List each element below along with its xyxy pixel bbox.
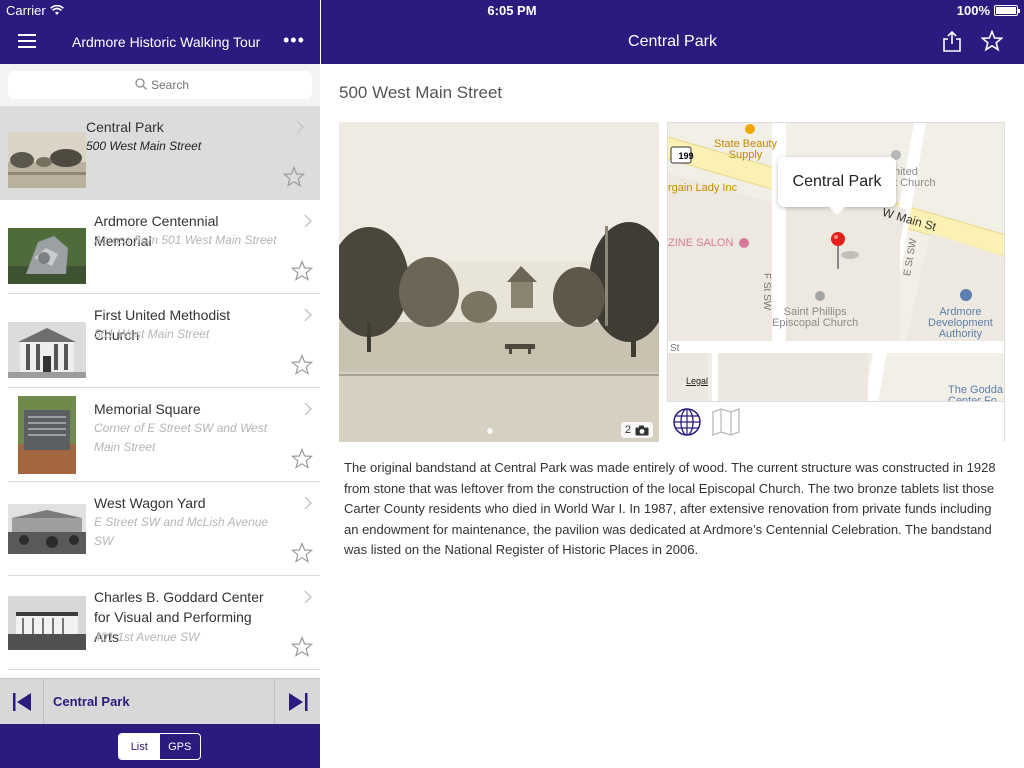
stop-thumbnail <box>8 132 86 188</box>
map-poi-united-church: nited t Church <box>894 166 936 189</box>
battery-percent: 100% <box>956 3 990 18</box>
map-book-icon[interactable] <box>711 408 741 436</box>
list-item[interactable]: Memorial Square Corner of E Street SW an… <box>8 388 320 482</box>
map-callout[interactable]: Central Park <box>778 157 896 215</box>
bandstand-photo <box>339 122 659 442</box>
map-poi-goddard: The Godda Center Fo <box>948 384 1004 402</box>
now-playing-bar: Central Park <box>0 678 320 725</box>
map-poi-ardmore-development: Ardmore Development Authority <box>928 306 993 340</box>
favorite-star-icon[interactable] <box>291 636 313 658</box>
list-item[interactable]: Central Park 500 West Main Street <box>0 106 320 200</box>
tour-title: Ardmore Historic Walking Tour <box>72 34 261 50</box>
map-street-st: St <box>670 343 680 354</box>
list-item[interactable]: Charles B. Goddard Center for Visual and… <box>8 576 320 670</box>
now-playing-title: Central Park <box>53 694 130 709</box>
map-poi-bargain-lady: rgain Lady Inc <box>668 182 738 194</box>
map-street-f: F St SW <box>761 273 772 311</box>
stop-address-heading: 500 West Main Street <box>339 83 503 102</box>
stop-address: 501 West Main Street <box>94 327 210 341</box>
next-stop-button[interactable] <box>274 679 320 725</box>
status-bar: Carrier 6:05 PM 100% <box>0 0 1024 20</box>
chevron-right-icon <box>304 308 313 322</box>
stop-address: Across from 501 West Main Street <box>94 233 277 247</box>
map-toolbar <box>667 402 1005 442</box>
stop-thumbnail <box>8 322 86 378</box>
globe-icon[interactable] <box>672 407 702 437</box>
search-input[interactable] <box>8 71 312 99</box>
map-legal-link[interactable]: Legal <box>686 376 708 387</box>
stop-list: Central Park 500 West Main Street Ardmor… <box>0 106 320 678</box>
list-item[interactable]: West Wagon Yard E Street SW and McLish A… <box>8 482 320 576</box>
chevron-right-icon <box>304 214 313 228</box>
status-right: 100% <box>956 3 1020 18</box>
chevron-right-icon <box>304 590 313 604</box>
chevron-right-icon <box>296 120 305 134</box>
hamburger-menu-icon[interactable] <box>18 34 36 48</box>
status-time: 6:05 PM <box>487 3 537 18</box>
previous-stop-button[interactable] <box>0 679 44 725</box>
stop-address: E Street SW and McLish Avenue SW <box>94 515 269 548</box>
battery-icon <box>994 5 1020 16</box>
stop-description: The original bandstand at Central Park w… <box>344 460 996 558</box>
tour-list-pane: Ardmore Historic Walking Tour ••• Centr <box>0 0 320 768</box>
skip-back-icon <box>13 693 31 711</box>
chevron-right-icon <box>304 402 313 416</box>
map-poi-state-beauty: State Beauty Supply <box>714 138 777 161</box>
map-poi-zine-salon: ZINE SALON <box>668 237 734 249</box>
stop-photo[interactable]: 2 <box>339 122 659 442</box>
view-mode-bar: List GPS <box>0 724 320 768</box>
list-item[interactable]: First United Methodist Church 501 West M… <box>8 294 320 388</box>
stop-thumbnail <box>18 396 76 474</box>
share-icon[interactable] <box>941 30 963 52</box>
view-mode-segmented-control: List GPS <box>118 733 201 760</box>
stop-thumbnail <box>8 596 86 650</box>
chevron-right-icon <box>304 496 313 510</box>
stop-thumbnail <box>8 504 86 554</box>
more-options-icon[interactable]: ••• <box>283 30 305 51</box>
detail-title: Central Park <box>628 33 717 50</box>
photo-count: 2 <box>624 424 631 436</box>
camera-icon <box>635 425 649 435</box>
skip-forward-icon <box>289 693 308 711</box>
gps-mode-button[interactable]: GPS <box>160 734 201 759</box>
favorite-star-icon[interactable] <box>291 448 313 470</box>
route-shield-label: 199 <box>678 151 694 161</box>
search-bar <box>0 64 320 106</box>
stop-title: Memorial Square <box>94 401 201 417</box>
favorite-star-icon[interactable] <box>291 542 313 564</box>
battery-fill <box>996 7 1016 14</box>
favorite-star-icon[interactable] <box>981 30 1003 52</box>
page-indicator-dot <box>487 428 493 434</box>
stop-thumbnail <box>8 228 86 284</box>
stop-address: Corner of E Street SW and West Main Stre… <box>94 421 268 454</box>
favorite-star-icon[interactable] <box>291 260 313 282</box>
search-icon <box>135 78 147 90</box>
list-item[interactable]: Ardmore Centennial Memorial Across from … <box>8 200 320 294</box>
stop-title: Central Park <box>86 119 164 135</box>
photo-count-badge[interactable]: 2 <box>620 422 653 438</box>
list-mode-button[interactable]: List <box>119 734 160 759</box>
location-map[interactable]: 199 State Beauty Supply rgain Lady Inc n… <box>667 122 1005 402</box>
stop-address: 500 West Main Street <box>86 139 202 153</box>
map-poi-saint-phillips: Saint Phillips Episcopal Church <box>772 306 859 329</box>
stop-title: West Wagon Yard <box>94 495 206 511</box>
stop-address: 401 1st Avenue SW <box>94 630 200 644</box>
favorite-star-icon[interactable] <box>283 166 305 188</box>
favorite-star-icon[interactable] <box>291 354 313 376</box>
